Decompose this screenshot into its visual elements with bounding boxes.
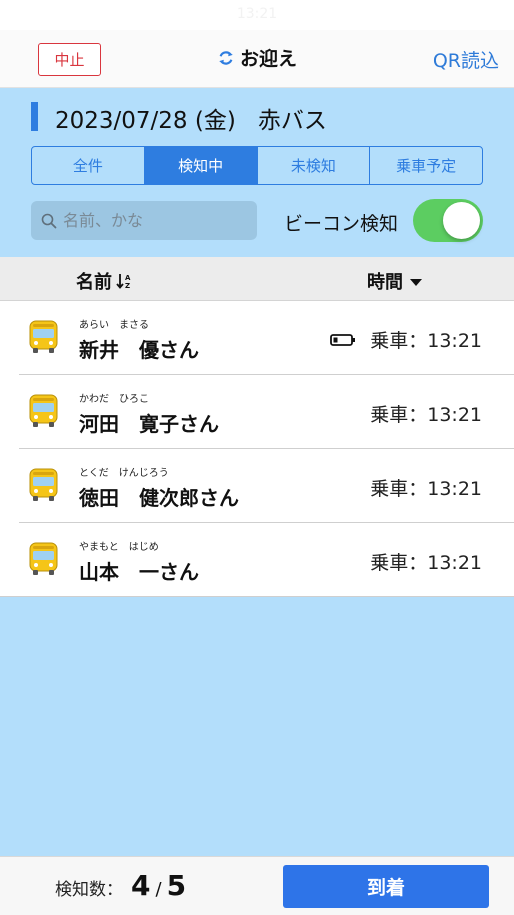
count-separator: /	[155, 879, 162, 900]
refresh-icon[interactable]	[217, 49, 235, 67]
page-title-text: お迎え	[239, 48, 297, 70]
bus-name: 赤バス	[257, 108, 327, 134]
arrive-button[interactable]: 到着	[283, 865, 489, 908]
beacon-toggle[interactable]	[413, 199, 483, 242]
svg-text:Z: Z	[125, 282, 130, 290]
sort-icon: A Z	[116, 274, 131, 290]
search-icon	[41, 213, 57, 228]
nav-bar: 中止 お迎え QR読込	[0, 30, 514, 88]
sort-by-name[interactable]: 名前 A Z	[76, 268, 134, 294]
ride-time: 乗車：13:21	[370, 404, 482, 426]
bus-icon	[29, 542, 58, 575]
list-item[interactable]: かわだ ひろこ 河田 寛子さん 乗車：13:21	[0, 375, 514, 449]
beacon-label: ビーコン検知	[284, 213, 399, 235]
tab-all[interactable]: 全件	[32, 147, 145, 184]
sort-by-time[interactable]: 時間	[367, 268, 422, 294]
rider-kana: とくだ けんじろう	[79, 468, 169, 479]
rider-kana: あらい まさる	[79, 320, 149, 331]
rider-name: 山本 一さん	[79, 560, 199, 584]
rider-name: 新井 優さん	[79, 338, 199, 362]
empty-list-area	[0, 597, 514, 856]
rider-kana: かわだ ひろこ	[79, 394, 149, 405]
battery-low-icon	[330, 334, 355, 346]
date-line: 2023/07/28 (金) 赤バス	[55, 101, 327, 135]
toggle-knob	[443, 202, 480, 239]
status-bar: 13:21	[0, 0, 514, 30]
accent-bar	[31, 102, 38, 131]
bus-icon	[29, 320, 58, 353]
rider-name: 徳田 健次郎さん	[79, 486, 239, 510]
rider-kana: やまもと はじめ	[79, 542, 159, 553]
rider-name: 河田 寛子さん	[79, 412, 219, 436]
status-time: 13:21	[236, 6, 278, 22]
qr-read-button[interactable]: QR読込	[433, 46, 499, 73]
total-count: 5	[166, 869, 187, 902]
tab-scheduled[interactable]: 乗車予定	[370, 147, 482, 184]
column-name-label: 名前	[76, 272, 112, 293]
list-item[interactable]: あらい まさる 新井 優さん 乗車：13:21	[0, 301, 514, 375]
bus-icon	[29, 394, 58, 427]
column-header: 名前 A Z 時間	[0, 257, 514, 301]
list-item[interactable]: とくだ けんじろう 徳田 健次郎さん 乗車：13:21	[0, 449, 514, 523]
date-text: 2023/07/28 (金)	[55, 108, 236, 134]
tab-detecting[interactable]: 検知中	[144, 147, 258, 184]
detection-count: 検知数： 4 / 5	[55, 869, 186, 902]
filter-tabs: 全件 検知中 未検知 乗車予定	[31, 146, 483, 185]
detected-count: 4	[131, 869, 151, 902]
ride-time: 乗車：13:21	[370, 330, 482, 352]
footer-bar: 検知数： 4 / 5 到着	[0, 856, 514, 915]
count-label: 検知数：	[55, 880, 123, 900]
caret-down-icon	[410, 279, 422, 286]
list-item[interactable]: やまもと はじめ 山本 一さん 乗車：13:21	[0, 523, 514, 597]
column-time-label: 時間	[367, 272, 403, 293]
ride-time: 乗車：13:21	[370, 552, 482, 574]
bus-icon	[29, 468, 58, 501]
search-input[interactable]	[63, 211, 243, 230]
ride-time: 乗車：13:21	[370, 478, 482, 500]
search-box	[31, 201, 257, 240]
svg-text:A: A	[125, 274, 131, 282]
tab-undetected[interactable]: 未検知	[258, 147, 371, 184]
header-panel: 2023/07/28 (金) 赤バス 全件 検知中 未検知 乗車予定 ビーコン検知	[0, 88, 514, 257]
rider-list: あらい まさる 新井 優さん 乗車：13:21 かわだ ひろこ 河田 寛子さん …	[0, 301, 514, 597]
